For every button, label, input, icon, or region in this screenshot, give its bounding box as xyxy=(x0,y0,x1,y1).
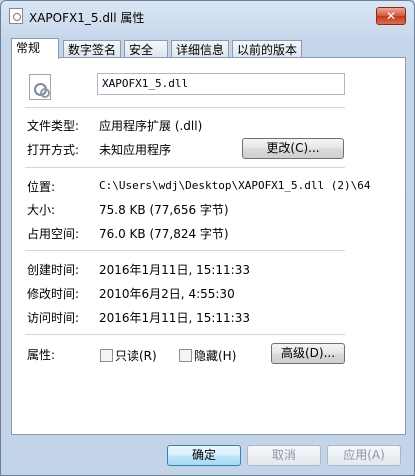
created-value: 2016年1月11日, 15:11:33 xyxy=(99,263,250,277)
separator xyxy=(25,334,345,335)
hidden-label: 隐藏(H) xyxy=(194,349,237,363)
tab-previous-versions[interactable]: 以前的版本 xyxy=(232,40,302,58)
tab-security[interactable]: 安全 xyxy=(124,40,168,58)
size-on-disk-label: 占用空间: xyxy=(27,227,80,241)
properties-dialog: XAPOFX1_5.dll 属性 ✕ 常规 数字签名 安全 详细信息 以前的版本… xyxy=(0,0,415,476)
advanced-button[interactable]: 高级(D)... xyxy=(271,343,345,364)
size-label: 大小: xyxy=(27,203,56,217)
apply-button[interactable]: 应用(A) xyxy=(327,445,401,466)
created-label: 创建时间: xyxy=(27,263,80,277)
accessed-label: 访问时间: xyxy=(27,311,80,325)
location-label: 位置: xyxy=(27,180,56,194)
file-type-value: 应用程序扩展 (.dll) xyxy=(99,119,203,133)
file-type-label: 文件类型: xyxy=(27,119,80,133)
window-title: XAPOFX1_5.dll 属性 xyxy=(29,11,145,25)
file-icon xyxy=(9,8,23,24)
change-button[interactable]: 更改(C)... xyxy=(242,138,344,159)
size-on-disk-value: 76.0 KB (77,824 字节) xyxy=(99,227,229,241)
checkbox-box[interactable] xyxy=(179,349,192,362)
hidden-checkbox[interactable]: 隐藏(H) xyxy=(179,347,236,364)
checkbox-box[interactable] xyxy=(100,349,113,362)
cancel-button[interactable]: 取消 xyxy=(247,445,321,466)
location-value: C:\Users\wdj\Desktop\XAPOFX1_5.dll (2)\6… xyxy=(99,179,371,192)
separator xyxy=(25,167,345,168)
attributes-label: 属性: xyxy=(27,348,56,362)
separator xyxy=(25,250,345,251)
opens-with-label: 打开方式: xyxy=(27,143,80,157)
dll-file-icon xyxy=(29,74,51,100)
close-button[interactable]: ✕ xyxy=(376,7,406,25)
title-bar[interactable]: XAPOFX1_5.dll 属性 ✕ xyxy=(1,1,414,31)
opens-with-value: 未知应用程序 xyxy=(99,143,172,157)
separator xyxy=(25,107,345,108)
readonly-label: 只读(R) xyxy=(115,349,157,363)
size-value: 75.8 KB (77,656 字节) xyxy=(99,203,229,217)
modified-label: 修改时间: xyxy=(27,287,80,301)
file-name-input[interactable]: XAPOFX1_5.dll xyxy=(97,73,345,95)
tab-details[interactable]: 详细信息 xyxy=(171,40,229,58)
accessed-value: 2016年1月11日, 15:11:33 xyxy=(99,311,250,325)
general-panel xyxy=(11,57,406,435)
tab-digital-signatures[interactable]: 数字签名 xyxy=(63,40,121,58)
modified-value: 2010年6月2日, 4:55:30 xyxy=(99,287,235,301)
tab-general[interactable]: 常规 xyxy=(11,38,59,59)
ok-button[interactable]: 确定 xyxy=(167,445,241,466)
readonly-checkbox[interactable]: 只读(R) xyxy=(100,347,157,364)
